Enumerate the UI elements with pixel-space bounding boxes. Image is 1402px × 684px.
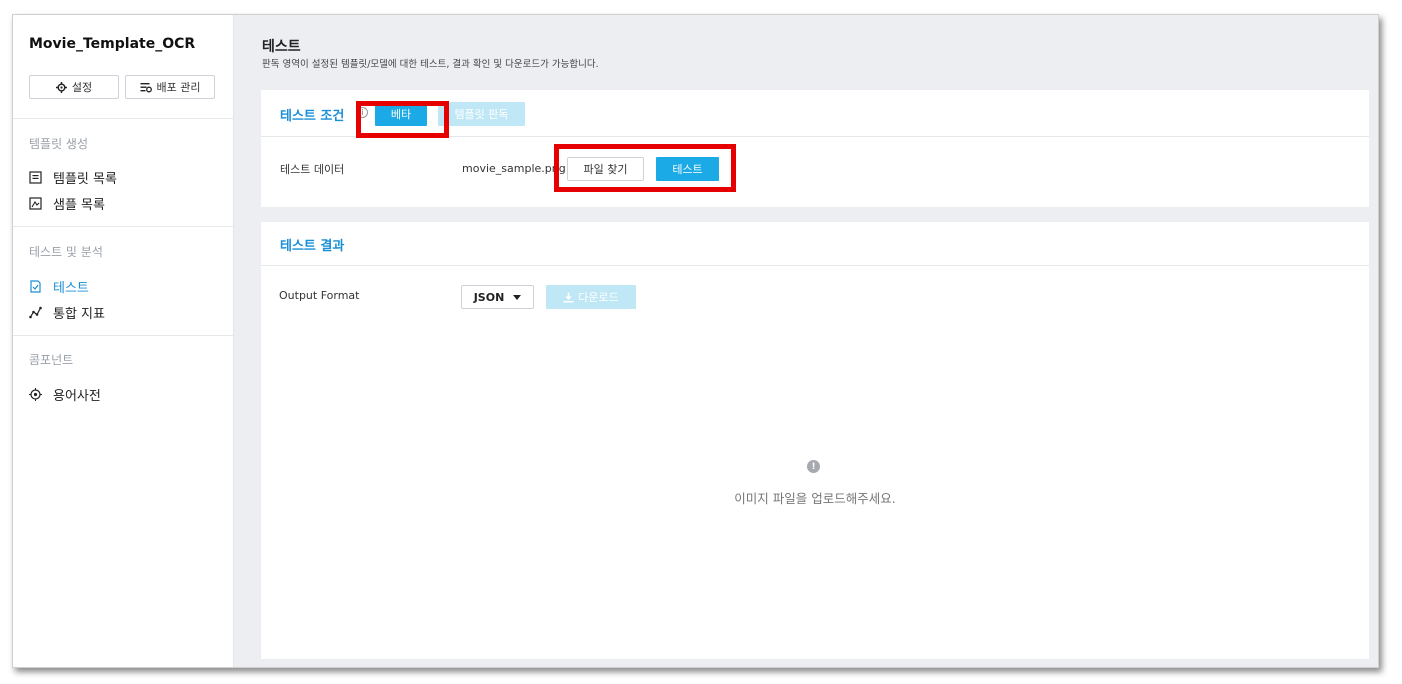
section-test-analysis: 테스트 및 분석: [29, 245, 103, 259]
list-icon: [29, 171, 42, 184]
sidebar-item-sample-list[interactable]: 샘플 목록: [29, 194, 105, 213]
image-icon: [29, 197, 42, 210]
sidebar-item-label: 샘플 목록: [53, 198, 105, 213]
sidebar-divider: [13, 226, 234, 227]
gear-icon: [55, 81, 67, 93]
sidebar: Movie_Template_OCR 설정 배포 관리 템플릿 생성 템플릿 목…: [13, 15, 234, 667]
app-window: Movie_Template_OCR 설정 배포 관리 템플릿 생성 템플릿 목…: [12, 14, 1379, 668]
download-label: 다운로드: [578, 291, 619, 304]
sidebar-item-integrated-metrics[interactable]: 통합 지표: [29, 303, 105, 322]
highlight-box-beta: [356, 101, 449, 138]
output-format-select[interactable]: JSON: [461, 285, 534, 309]
section-components: 콤포넌트: [29, 353, 74, 367]
test-data-label: 테스트 데이터: [280, 163, 345, 176]
graph-icon: [29, 306, 42, 319]
test-condition-title: 테스트 조건: [280, 109, 345, 124]
file-name: movie_sample.png: [462, 162, 566, 175]
alert-icon: !: [807, 460, 820, 473]
download-button[interactable]: 다운로드: [546, 285, 636, 309]
sidebar-item-label: 용어사전: [53, 389, 101, 404]
output-format-value: JSON: [473, 290, 505, 304]
check-document-icon: [30, 280, 41, 293]
target-icon: [29, 388, 42, 401]
empty-message: 이미지 파일을 업로드해주세요.: [734, 491, 896, 506]
download-icon: [563, 292, 574, 302]
deploy-management-button[interactable]: 배포 관리: [125, 75, 215, 99]
app-title: Movie_Template_OCR: [29, 36, 196, 52]
deploy-management-label: 배포 관리: [156, 81, 201, 94]
output-format-label: Output Format: [279, 289, 360, 302]
sidebar-item-template-list[interactable]: 템플릿 목록: [29, 168, 117, 187]
test-result-header: 테스트 결과: [261, 222, 1369, 266]
sidebar-divider: [13, 118, 234, 119]
settings-button[interactable]: 설정: [29, 75, 119, 99]
page-description: 판독 영역이 설정된 템플릿/모델에 대한 테스트, 결과 확인 및 다운로드가…: [262, 59, 599, 70]
sidebar-item-label: 통합 지표: [53, 307, 105, 322]
test-result-panel: 테스트 결과 Output Format JSON 다운로드 ! 이미지 파일을…: [261, 222, 1369, 659]
sidebar-item-test[interactable]: 테스트: [29, 277, 89, 296]
template-read-button[interactable]: 템플릿 판독: [438, 102, 525, 126]
sidebar-item-label: 템플릿 목록: [53, 172, 117, 187]
settings-button-label: 설정: [71, 81, 93, 94]
highlight-box-file-test: [554, 144, 736, 192]
chevron-down-icon: [513, 294, 522, 300]
deploy-icon: [140, 82, 152, 92]
test-result-title: 테스트 결과: [280, 239, 345, 254]
sidebar-divider: [13, 335, 234, 336]
page-title: 테스트: [262, 39, 301, 55]
sidebar-item-glossary[interactable]: 용어사전: [29, 385, 101, 404]
sidebar-item-label: 테스트: [53, 281, 89, 296]
section-template-creation: 템플릿 생성: [29, 137, 89, 151]
